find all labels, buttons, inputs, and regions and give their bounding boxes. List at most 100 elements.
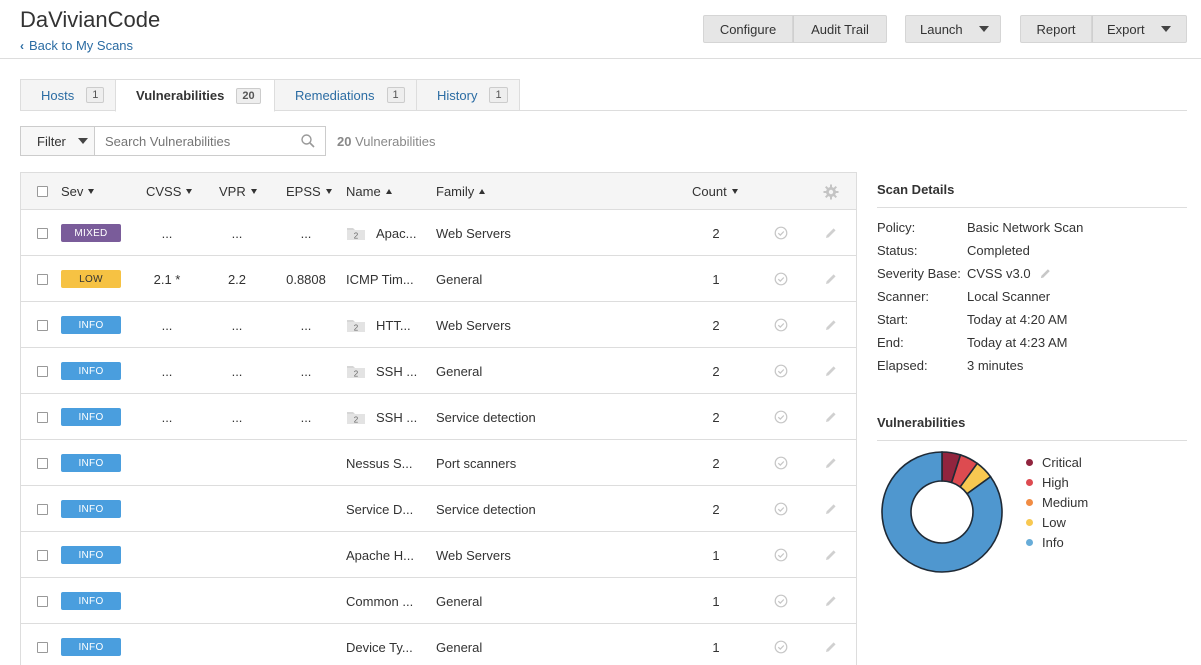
table-row[interactable]: INFO Device Ty... General 1 [21, 624, 856, 665]
edit-button[interactable] [824, 302, 838, 348]
row-checkbox[interactable] [37, 595, 48, 607]
name-cell[interactable]: Common ... [346, 578, 413, 624]
configure-button[interactable]: Configure [703, 15, 793, 43]
edit-button[interactable] [824, 532, 838, 578]
cvss-cell: 2.1 * [153, 271, 181, 287]
edit-button[interactable] [824, 440, 838, 486]
edit-button[interactable] [824, 486, 838, 532]
accept-risk-button[interactable] [774, 302, 788, 348]
detail-key: Scanner: [877, 289, 930, 304]
table-row[interactable]: INFO Nessus S... Port scanners 2 [21, 440, 856, 486]
column-settings-button[interactable] [823, 173, 839, 210]
name-cell[interactable]: Apache H... [346, 532, 414, 578]
table-row[interactable]: INFO Apache H... Web Servers 1 [21, 532, 856, 578]
check-circle-icon [774, 594, 788, 608]
vulnerability-name: Nessus S... [346, 455, 413, 471]
tab-hosts[interactable]: Hosts 1 [20, 79, 116, 111]
name-cell[interactable]: Service D... [346, 486, 413, 532]
search-input[interactable] [105, 133, 295, 149]
accept-risk-button[interactable] [774, 532, 788, 578]
audit-trail-button[interactable]: Audit Trail [793, 15, 887, 43]
severity-badge: INFO [61, 638, 121, 656]
severity-badge: INFO [61, 592, 121, 610]
select-all-checkbox[interactable] [37, 186, 48, 197]
table-row[interactable]: INFO Common ... General 1 [21, 578, 856, 624]
name-cell[interactable]: Nessus S... [346, 440, 412, 486]
accept-risk-button[interactable] [774, 210, 788, 256]
edit-button[interactable] [824, 578, 838, 624]
row-checkbox[interactable] [37, 273, 48, 285]
detail-value: Basic Network Scan [967, 220, 1084, 235]
report-button[interactable]: Report [1020, 15, 1092, 43]
name-cell[interactable]: 2 HTT... [346, 302, 411, 348]
col-epss[interactable]: EPSS [286, 173, 332, 210]
edit-button[interactable] [824, 624, 838, 665]
legend-item: Medium [1026, 492, 1088, 512]
cvss-cell [141, 578, 193, 624]
accept-risk-button[interactable] [774, 394, 788, 440]
edit-button[interactable] [824, 394, 838, 440]
row-checkbox[interactable] [37, 503, 48, 515]
count-cell: 1 [712, 547, 720, 563]
accept-risk-button[interactable] [774, 348, 788, 394]
family-cell: General [436, 639, 483, 655]
pencil-icon [826, 366, 836, 376]
row-checkbox[interactable] [37, 549, 48, 561]
name-cell[interactable]: Device Ty... [346, 624, 413, 665]
col-family[interactable]: Family [436, 173, 486, 210]
col-name[interactable]: Name [346, 173, 392, 210]
pencil-icon[interactable] [1039, 267, 1052, 280]
tab-vulnerabilities[interactable]: Vulnerabilities 20 [115, 79, 275, 112]
row-checkbox[interactable] [37, 641, 48, 653]
edit-button[interactable] [824, 210, 838, 256]
table-row[interactable]: MIXED......... 2 Apac... Web Servers 2 [21, 210, 856, 256]
row-checkbox[interactable] [37, 411, 48, 423]
accept-risk-button[interactable] [774, 486, 788, 532]
export-button[interactable]: Export [1092, 15, 1187, 43]
name-cell[interactable]: 2 Apac... [346, 210, 416, 256]
name-cell[interactable]: 2 SSH ... [346, 348, 417, 394]
launch-button[interactable]: Launch [905, 15, 1001, 43]
row-checkbox[interactable] [37, 457, 48, 469]
col-vpr[interactable]: VPR [219, 173, 257, 210]
back-to-scans-link[interactable]: ‹ Back to My Scans [20, 38, 133, 53]
table-row[interactable]: INFO......... 2 SSH ... General 2 [21, 348, 856, 394]
tab-history[interactable]: History 1 [416, 79, 520, 111]
accept-risk-button[interactable] [774, 578, 788, 624]
table-body: MIXED......... 2 Apac... Web Servers 2 LOW… [21, 210, 856, 665]
col-count[interactable]: Count [692, 173, 738, 210]
table-row[interactable]: INFO......... 2 HTT... Web Servers 2 [21, 302, 856, 348]
legend-swatch [1026, 518, 1033, 526]
filter-label: Filter [37, 133, 66, 149]
row-checkbox[interactable] [37, 227, 48, 239]
col-cvss[interactable]: CVSS [146, 173, 193, 210]
name-cell[interactable]: 2 SSH ... [346, 394, 417, 440]
name-cell[interactable]: ICMP Tim... [346, 256, 414, 302]
accept-risk-button[interactable] [774, 440, 788, 486]
search-icon[interactable] [301, 134, 315, 148]
report-export-group: Report Export [1020, 15, 1187, 43]
tab-remediations[interactable]: Remediations 1 [274, 79, 417, 111]
scan-tabs: Hosts 1 Vulnerabilities 20 Remediations … [20, 79, 1187, 112]
family-cell: Port scanners [436, 455, 517, 471]
table-row[interactable]: INFO Service D... Service detection 2 [21, 486, 856, 532]
vulnerability-name: HTT... [376, 317, 411, 333]
row-checkbox[interactable] [37, 319, 48, 331]
table-row[interactable]: INFO......... 2 SSH ... Service detection… [21, 394, 856, 440]
accept-risk-button[interactable] [774, 256, 788, 302]
row-checkbox[interactable] [37, 365, 48, 377]
epss-cell [276, 624, 336, 665]
vpr-cell [209, 486, 265, 532]
scan-detail-row: Status: Completed [877, 239, 1187, 262]
col-sev[interactable]: Sev [61, 173, 95, 210]
table-row[interactable]: LOW 2.1 * 2.2 0.8808 ICMP Tim... General 1 [21, 256, 856, 302]
filter-dropdown-button[interactable]: Filter [20, 126, 95, 156]
edit-button[interactable] [824, 348, 838, 394]
folder-group-icon: 2 [347, 366, 365, 379]
vulnerability-name: Apache H... [346, 547, 414, 563]
export-label: Export [1107, 21, 1145, 37]
epss-cell [276, 486, 336, 532]
family-cell: Web Servers [436, 225, 511, 241]
accept-risk-button[interactable] [774, 624, 788, 665]
edit-button[interactable] [824, 256, 838, 302]
